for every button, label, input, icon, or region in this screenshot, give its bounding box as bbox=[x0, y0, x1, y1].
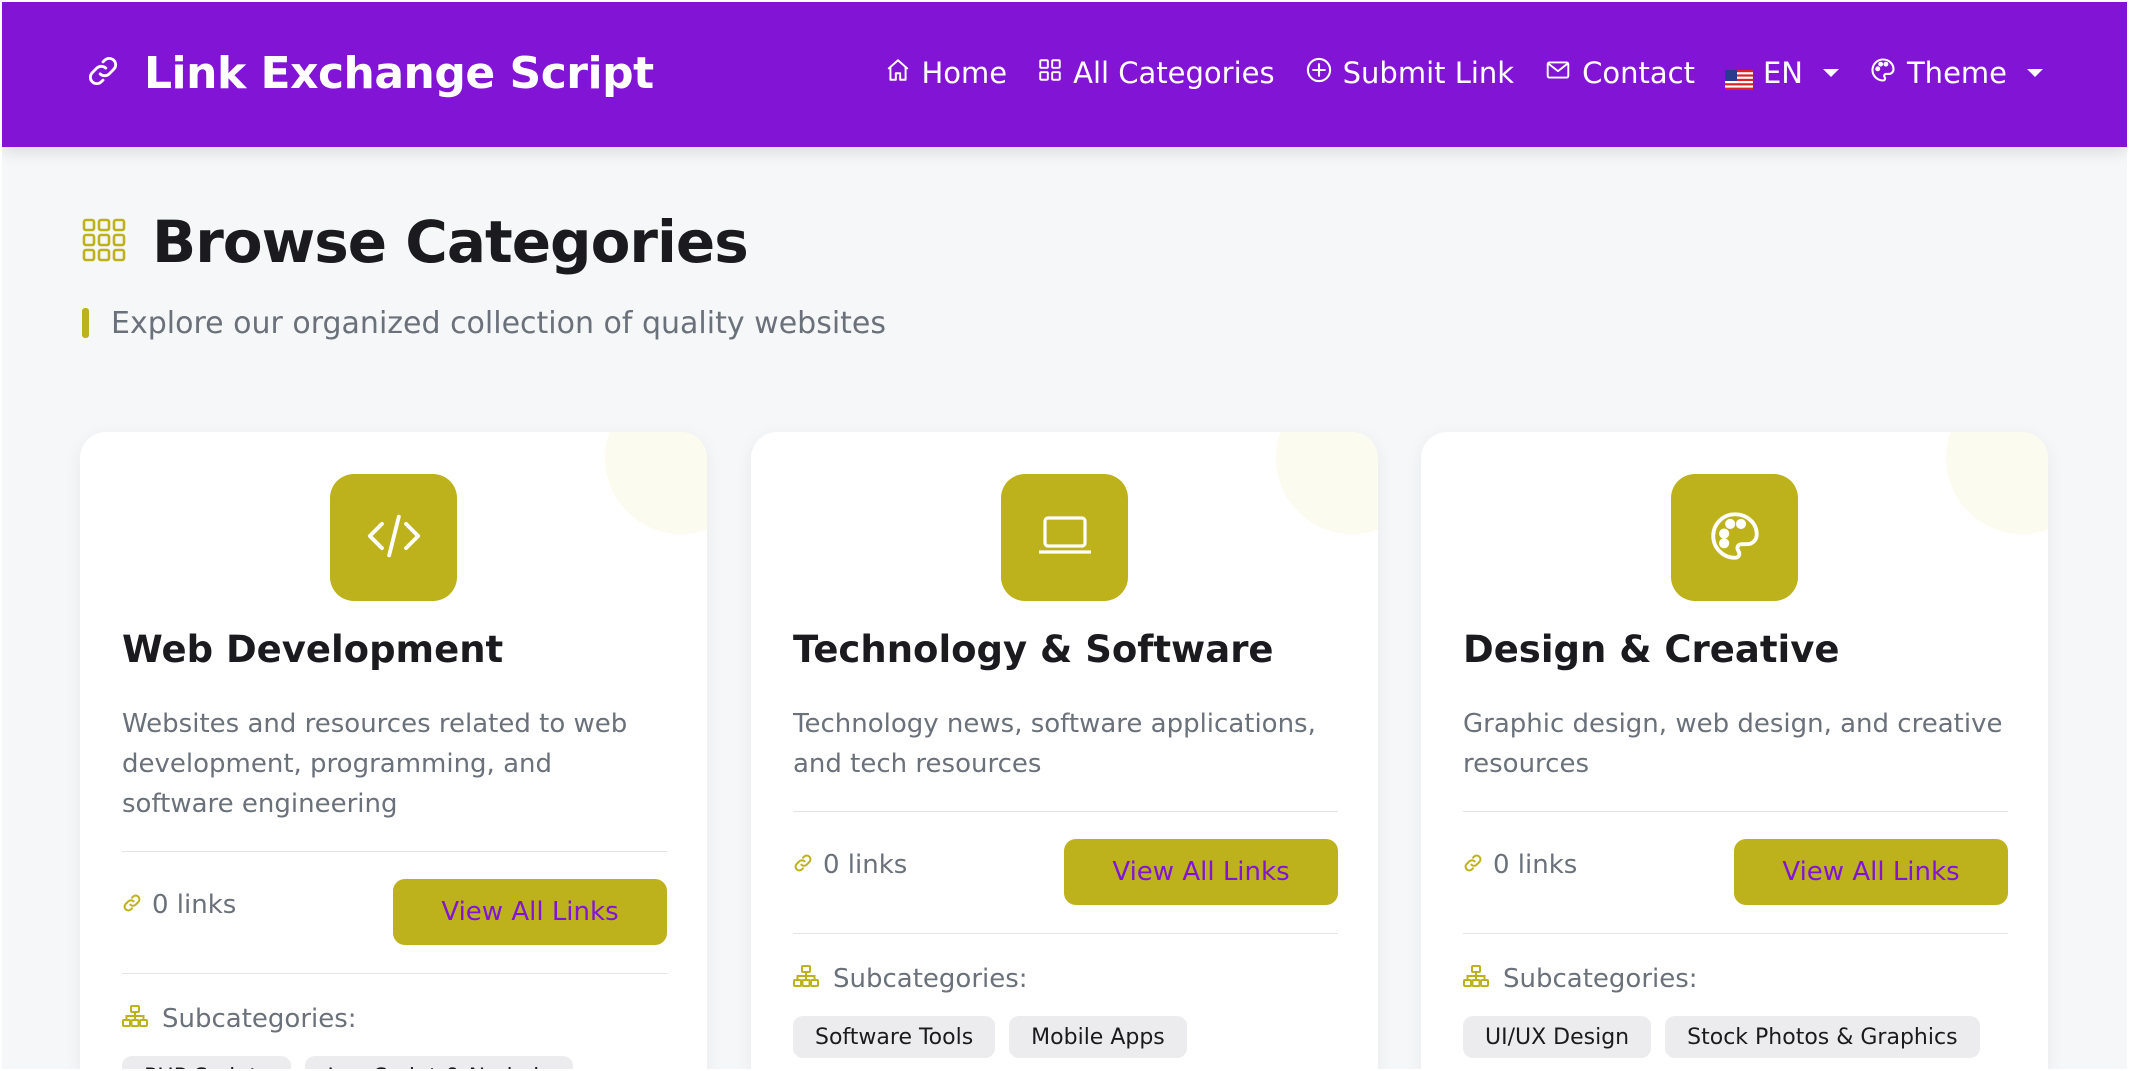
subcategories-label: Subcategories: bbox=[162, 1004, 357, 1034]
divider bbox=[1463, 933, 2008, 934]
category-description: Websites and resources related to web de… bbox=[122, 709, 628, 819]
main-nav: Home All Categories Submit Link Contact … bbox=[885, 42, 2043, 104]
sitemap-icon bbox=[1463, 964, 1489, 994]
chevron-down-icon bbox=[2027, 69, 2043, 77]
subcategories-heading: Subcategories: bbox=[1463, 964, 1698, 994]
category-title[interactable]: Technology & Software bbox=[793, 628, 1274, 671]
envelope-icon bbox=[1544, 56, 1572, 90]
divider bbox=[793, 811, 1338, 812]
nav-all-categories[interactable]: All Categories bbox=[1037, 56, 1275, 90]
palette-icon bbox=[1869, 56, 1897, 91]
category-icon-box bbox=[1001, 474, 1128, 601]
plus-circle-icon bbox=[1305, 56, 1333, 91]
divider bbox=[793, 933, 1338, 934]
divider bbox=[122, 851, 667, 852]
nav-contact-label: Contact bbox=[1582, 56, 1695, 90]
links-count-label: 0 links bbox=[823, 850, 908, 880]
subcategories-heading: Subcategories: bbox=[122, 1004, 357, 1034]
divider bbox=[1463, 811, 2008, 812]
category-card-technology-software: Technology & Software Technology news, s… bbox=[751, 432, 1378, 1069]
nav-submit-link-label: Submit Link bbox=[1342, 56, 1515, 90]
link-icon bbox=[86, 54, 120, 92]
category-title[interactable]: Web Development bbox=[122, 628, 503, 671]
category-icon-box bbox=[1671, 474, 1798, 601]
links-count: 0 links bbox=[1463, 850, 1577, 880]
language-label: EN bbox=[1762, 56, 1803, 90]
category-card-design-creative: Design & Creative Graphic design, web de… bbox=[1421, 432, 2048, 1069]
subcategory-tag[interactable]: Stock Photos & Graphics bbox=[1665, 1016, 1980, 1058]
theme-label: Theme bbox=[1906, 56, 2007, 90]
nav-home-label: Home bbox=[921, 56, 1008, 90]
house-icon bbox=[885, 56, 911, 90]
page-title: Browse Categories bbox=[152, 208, 749, 276]
link-icon bbox=[1463, 850, 1483, 880]
subcategories-label: Subcategories: bbox=[833, 964, 1028, 994]
link-icon bbox=[122, 890, 142, 920]
view-all-links-button[interactable]: View All Links bbox=[393, 879, 667, 945]
brand[interactable]: Link Exchange Script bbox=[86, 40, 654, 106]
card-decoration bbox=[605, 432, 707, 534]
page: Link Exchange Script Home All Categories… bbox=[2, 2, 2127, 1069]
page-subtitle: Explore our organized collection of qual… bbox=[111, 305, 887, 341]
subcategories-label: Subcategories: bbox=[1503, 964, 1698, 994]
nav-submit-link[interactable]: Submit Link bbox=[1305, 56, 1514, 91]
grid-dots-icon bbox=[82, 218, 126, 266]
grid-icon bbox=[1037, 56, 1063, 90]
brand-title: Link Exchange Script bbox=[144, 47, 654, 99]
category-description: Graphic design, web design, and creative… bbox=[1463, 709, 2003, 779]
nav-home[interactable]: Home bbox=[885, 56, 1007, 90]
category-card-web-development: Web Development Websites and resources r… bbox=[80, 432, 707, 1069]
navbar: Link Exchange Script Home All Categories… bbox=[2, 2, 2127, 147]
category-title[interactable]: Design & Creative bbox=[1463, 628, 1839, 671]
subcategory-tag[interactable]: Software Tools bbox=[793, 1016, 996, 1058]
nav-contact[interactable]: Contact bbox=[1544, 56, 1695, 90]
palette-icon bbox=[1706, 507, 1764, 569]
links-count-label: 0 links bbox=[1493, 850, 1578, 880]
chevron-down-icon bbox=[1822, 69, 1839, 77]
sitemap-icon bbox=[122, 1004, 148, 1034]
links-count-label: 0 links bbox=[152, 890, 237, 920]
subcategory-tag[interactable]: PHP Scripts bbox=[122, 1056, 292, 1069]
subcategory-tag[interactable]: UI/UX Design bbox=[1463, 1016, 1652, 1058]
card-decoration bbox=[1276, 432, 1378, 534]
subcategory-tags: Software Tools Mobile Apps bbox=[793, 1016, 1187, 1058]
nav-all-categories-label: All Categories bbox=[1073, 56, 1275, 90]
subcategory-tags: UI/UX Design Stock Photos & Graphics bbox=[1463, 1016, 1980, 1058]
theme-dropdown[interactable]: Theme bbox=[1869, 56, 2043, 91]
links-count: 0 links bbox=[122, 890, 236, 920]
links-count: 0 links bbox=[793, 850, 907, 880]
category-icon-box bbox=[330, 474, 457, 601]
laptop-icon bbox=[1037, 514, 1093, 562]
subcategory-tag[interactable]: Mobile Apps bbox=[1009, 1016, 1187, 1058]
page-subtitle-wrap: Explore our organized collection of qual… bbox=[82, 305, 887, 341]
view-all-links-button[interactable]: View All Links bbox=[1734, 839, 2008, 905]
us-flag-icon bbox=[1724, 63, 1753, 90]
code-icon bbox=[365, 511, 423, 565]
subcategories-heading: Subcategories: bbox=[793, 964, 1028, 994]
view-all-links-button[interactable]: View All Links bbox=[1064, 839, 1338, 905]
subcategory-tags: PHP Scripts JavaScript & Node.js bbox=[122, 1056, 573, 1069]
category-description: Technology news, software applications, … bbox=[793, 709, 1316, 779]
divider bbox=[122, 973, 667, 974]
link-icon bbox=[793, 850, 813, 880]
card-decoration bbox=[1946, 432, 2048, 534]
language-dropdown[interactable]: EN bbox=[1724, 56, 1839, 90]
page-header: Browse Categories bbox=[82, 208, 749, 276]
sitemap-icon bbox=[793, 964, 819, 994]
accent-bar bbox=[82, 308, 89, 338]
subcategory-tag[interactable]: JavaScript & Node.js bbox=[305, 1056, 573, 1069]
